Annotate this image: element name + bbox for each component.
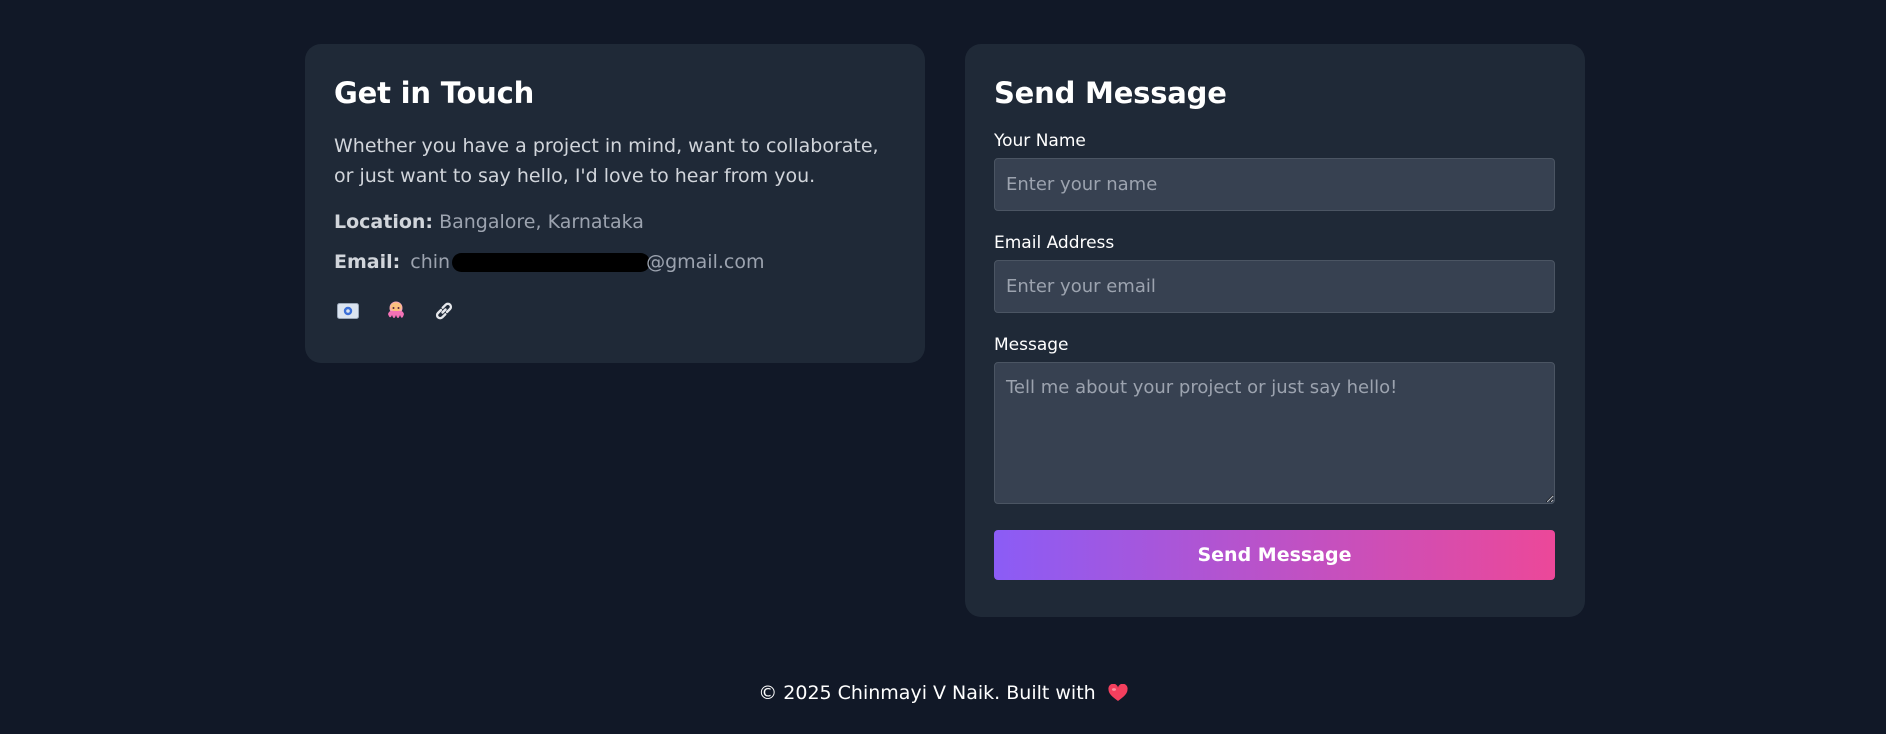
redaction-mark — [452, 252, 651, 272]
email-address-label: Email Address — [994, 232, 1115, 253]
footer: © 2025 Chinmayi V Naik. Built with — [0, 680, 1886, 709]
send-message-button[interactable]: Send Message — [994, 529, 1555, 580]
contact-info-card: Get in Touch Whether you have a project … — [305, 44, 925, 363]
location-label: Location: — [334, 210, 434, 233]
email-label: Email: — [334, 250, 401, 273]
form-title: Send Message — [994, 76, 1227, 110]
social-links — [334, 297, 896, 325]
octopus-icon[interactable] — [382, 297, 410, 325]
email-input[interactable] — [994, 259, 1555, 313]
contact-page: Get in Touch Whether you have a project … — [0, 0, 1886, 734]
contact-title: Get in Touch — [334, 76, 535, 110]
email-value-prefix: chin — [410, 250, 451, 273]
link-icon[interactable] — [430, 297, 458, 325]
message-label: Message — [994, 334, 1069, 355]
message-form-card: Send Message Your Name Email Address Mes… — [965, 44, 1585, 617]
heart-icon — [1108, 683, 1128, 709]
email-value-suffix: @gmail.com — [646, 250, 765, 273]
email-row: Email: chin @gmail.com — [334, 249, 896, 275]
name-label: Your Name — [994, 130, 1086, 151]
footer-text: © 2025 Chinmayi V Naik. Built with — [758, 682, 1096, 704]
email-icon[interactable] — [334, 297, 362, 325]
name-input[interactable] — [994, 157, 1555, 211]
location-row: Location: Bangalore, Karnataka — [334, 209, 896, 235]
message-textarea[interactable] — [994, 361, 1555, 504]
location-value: Bangalore, Karnataka — [439, 210, 644, 233]
contact-intro: Whether you have a project in mind, want… — [334, 134, 879, 187]
